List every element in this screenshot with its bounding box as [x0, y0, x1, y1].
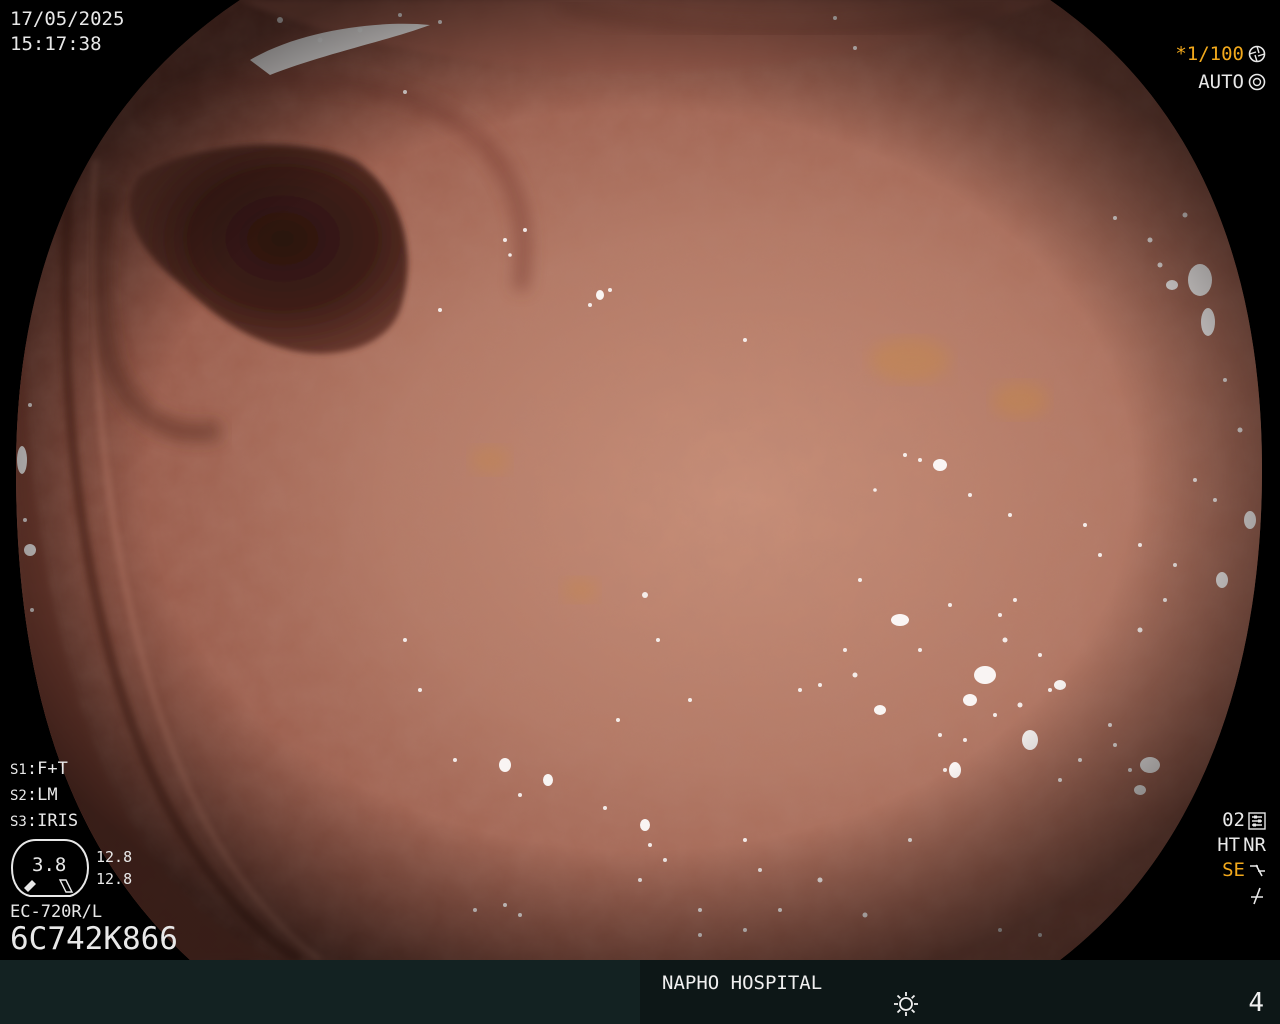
shutter-readout: *1/100 AUTO [1175, 40, 1266, 96]
setting-s3-key: S3 [10, 814, 27, 830]
shutter-icon [1248, 45, 1266, 63]
datetime-readout: 17/05/2025 15:17:38 [10, 7, 124, 57]
structure-enhance-icon [1250, 864, 1265, 876]
preset-number: 02 [1222, 809, 1245, 831]
date-text: 17/05/2025 [10, 8, 125, 30]
time-text: 15:17:38 [10, 33, 102, 55]
shutter-speed-text: *1/100 [1175, 42, 1244, 65]
shutter-mode-text: AUTO [1198, 70, 1244, 93]
nr-label: NR [1243, 834, 1266, 856]
setting-s2-key: S2 [10, 788, 27, 804]
setting-s3: S3:IRIS [10, 811, 79, 831]
setting-s1-value: F+T [37, 759, 68, 779]
setting-s1-key: S1 [10, 762, 27, 778]
hospital-name: NAPHO HOSPITAL [662, 972, 823, 994]
switch-settings: S1:F+T S2:LM S3:IRIS [10, 757, 78, 835]
auto-iris-icon [1248, 73, 1266, 91]
gauge-value: 3.8 [32, 854, 67, 876]
processing-status: 02 HT NR SE [1217, 808, 1266, 908]
se-label: SE [1222, 859, 1245, 881]
lightning-icon [1251, 887, 1263, 904]
setting-s2: S2:LM [10, 785, 58, 805]
bottom-bar-left-panel [0, 960, 640, 1024]
gauge-readout-1: 12.8 [96, 848, 133, 866]
gauge-readout-2: 12.8 [96, 870, 133, 888]
setting-s3-value: IRIS [37, 811, 79, 831]
preset-settings-icon [1248, 811, 1266, 830]
endoscopy-monitor: 17/05/2025 15:17:38 *1/100 AUTO S1:F+T S… [0, 0, 1280, 1024]
ht-label: HT [1217, 834, 1241, 856]
brightness-icon [894, 992, 918, 1016]
bottom-bar-right-panel: NAPHO HOSPITAL 4 [640, 960, 1280, 1024]
bottom-info-bar: NAPHO HOSPITAL 4 [0, 960, 1280, 1024]
endoscopic-image [0, 0, 1280, 960]
image-number: 4 [1248, 988, 1264, 1018]
iris-gauge: 3.8 [10, 836, 90, 900]
scope-serial: 6C742K866 [10, 921, 178, 957]
setting-s2-value: LM [37, 785, 58, 805]
setting-s1: S1:F+T [10, 759, 68, 779]
